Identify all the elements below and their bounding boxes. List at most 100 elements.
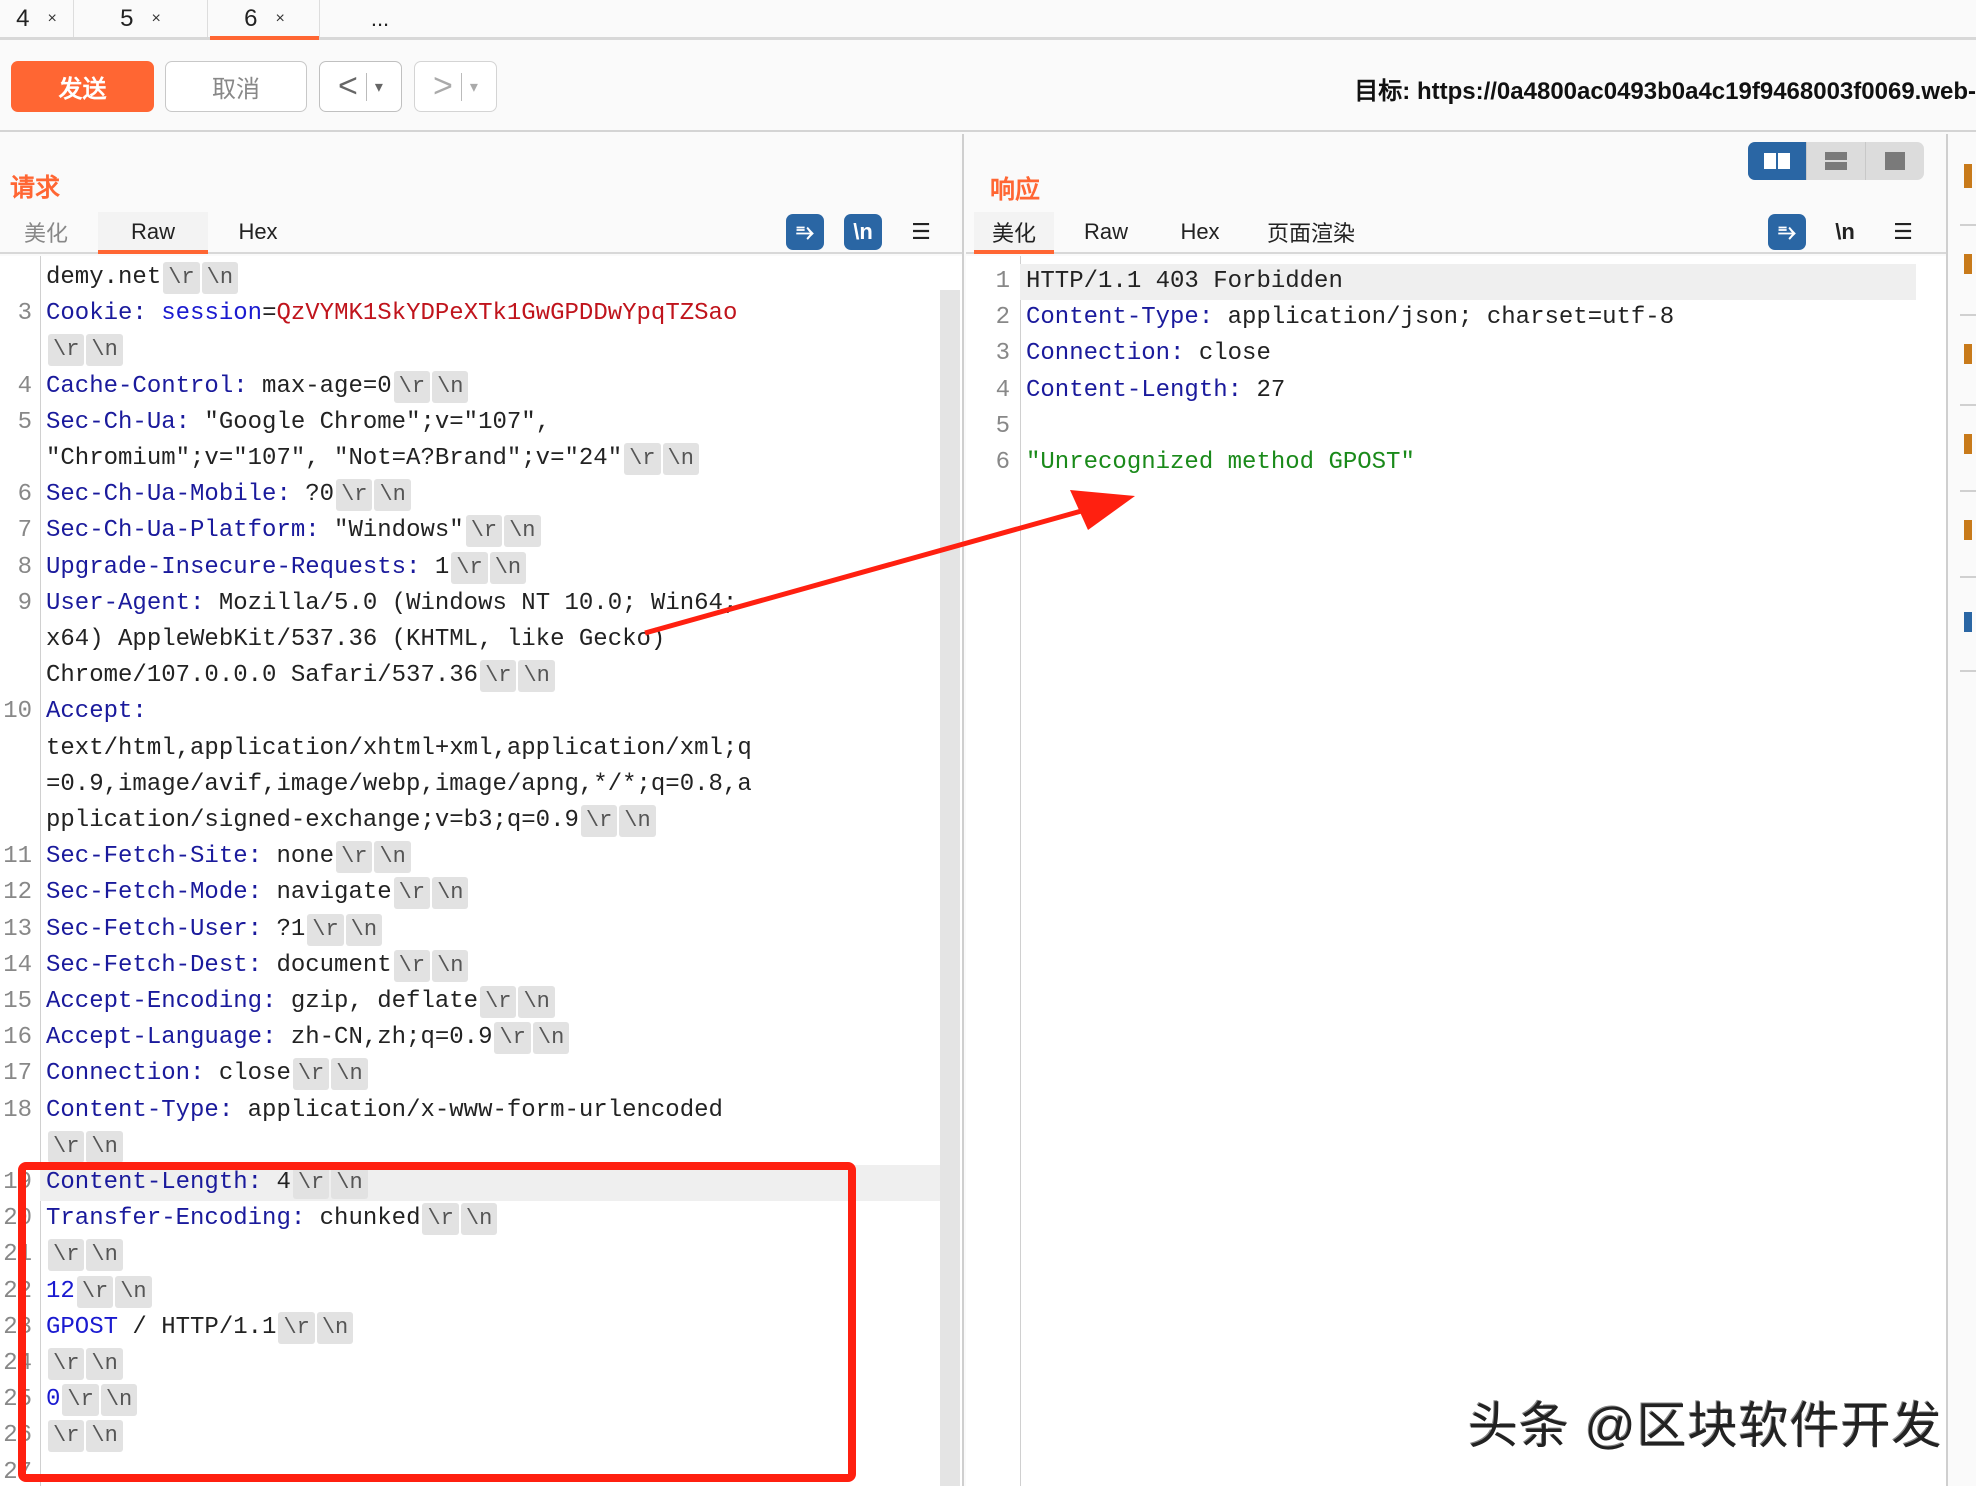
line-number: 24 <box>3 1350 32 1377</box>
code-token: "Windows" <box>319 517 464 545</box>
close-icon[interactable]: × <box>48 10 57 28</box>
code-token: x64) AppleWebKit/537.36 (KHTML, like Gec… <box>46 626 666 653</box>
back-button[interactable]: < ▾ <box>319 61 402 112</box>
cr-marker: \r <box>451 551 488 584</box>
line-number: 22 <box>3 1277 32 1305</box>
code-line: Accept: <box>46 694 147 730</box>
line-number: 21 <box>3 1241 32 1269</box>
cr-marker: \r <box>465 515 503 548</box>
code-line: Connection: close <box>1026 336 1271 372</box>
lf-marker: \n <box>86 1130 123 1163</box>
code-token: 27 <box>1242 376 1286 404</box>
menu-icon[interactable]: ☰ <box>902 214 940 250</box>
code-token: QzVYMK1SkYDPeXTk1GwGPDDwYpqTZSao <box>276 300 738 328</box>
divider <box>1960 576 1976 578</box>
lf-marker: \n <box>489 551 527 584</box>
columns-icon <box>1764 153 1790 169</box>
code-token: gzip, deflate <box>276 988 479 1015</box>
word-wrap-icon[interactable]: ⥱ <box>786 214 824 250</box>
layout-side-by-side-button[interactable] <box>1748 142 1807 180</box>
word-wrap-icon[interactable]: ⥱ <box>1768 214 1806 250</box>
response-title: 响应 <box>990 176 1041 204</box>
target-url[interactable]: 目标: https://0a4800ac0493b0a4c19f9468003f… <box>1354 68 1976 108</box>
lf-marker: \n <box>374 479 411 512</box>
chevron-right-icon: > <box>433 67 453 105</box>
header-name: Content-Type: <box>46 1096 234 1124</box>
tab-raw[interactable]: Raw <box>98 212 208 254</box>
layout-single-button[interactable] <box>1866 142 1924 180</box>
gutter-divider <box>40 256 41 1486</box>
header-name: Transfer-Encoding: <box>46 1205 306 1233</box>
code-line: demy.net \r \n <box>46 260 239 296</box>
close-icon[interactable]: × <box>276 10 285 28</box>
request-editor[interactable]: demy.net \r \n 3 Cookie: session=QzVYMK1SkYD… <box>0 256 962 1486</box>
lf-marker: \n <box>86 334 123 367</box>
dropdown-icon[interactable]: ▾ <box>470 77 478 97</box>
code-line: "Chromium";v="107", "Not=A?Brand";v="24"… <box>46 441 699 477</box>
cancel-button[interactable]: 取消 <box>165 61 307 112</box>
code-line: Upgrade-Insecure-Requests: 1 \r \n <box>46 550 527 586</box>
layout-stacked-button[interactable] <box>1807 142 1866 180</box>
code-line: Connection: close \r \n <box>46 1056 368 1092</box>
code-token: close <box>1184 340 1271 368</box>
tab-raw[interactable]: Raw <box>1066 212 1146 252</box>
tab-4[interactable]: 4 × <box>0 0 74 37</box>
code-line: Content-Length: 4 \r \n <box>46 1165 368 1201</box>
more-tabs-button[interactable]: ... <box>340 0 420 37</box>
code-line: Content-Length: 27 <box>1026 373 1285 409</box>
chevron-left-icon: < <box>338 67 358 105</box>
lf-marker: \n <box>86 1239 123 1272</box>
line-number: 26 <box>3 1422 32 1450</box>
tab-pretty[interactable]: 美化 <box>10 212 82 252</box>
inspector-icon[interactable] <box>1964 254 1972 274</box>
inspector-icon[interactable] <box>1964 344 1972 364</box>
lf-marker: \n <box>432 949 469 982</box>
line-number: 3 <box>995 340 1010 368</box>
code-token: 12 <box>46 1277 75 1305</box>
code-token: / HTTP/1.1 <box>118 1313 277 1341</box>
show-newlines-icon[interactable]: \n <box>844 214 882 250</box>
gutter-divider <box>1020 256 1021 1486</box>
code-line: Sec-Fetch-Mode: navigate \r \n <box>46 875 469 911</box>
rows-icon <box>1825 152 1847 170</box>
tab-hex[interactable]: Hex <box>1160 212 1240 252</box>
code-line: Accept-Encoding: gzip, deflate \r \n <box>46 984 555 1020</box>
show-newlines-icon[interactable]: \n <box>1826 214 1864 250</box>
cr-marker: \r <box>48 1239 85 1272</box>
tab-label: 5 <box>120 4 134 32</box>
inspector-icon[interactable] <box>1964 612 1972 632</box>
send-button[interactable]: 发送 <box>11 61 154 112</box>
lf-marker: \n <box>662 443 699 475</box>
code-line: pplication/signed-exchange;v=b3;q=0.9 \r \… <box>46 803 656 839</box>
code-token: "Google Chrome";v="107", <box>190 408 551 436</box>
menu-icon[interactable]: ☰ <box>1884 214 1922 250</box>
forward-button[interactable]: > ▾ <box>414 61 497 112</box>
response-editor[interactable]: 1 HTTP/1.1 403 Forbidden 2 Content-Type: ap… <box>966 256 1946 1486</box>
line-number: 4 <box>17 372 32 400</box>
cr-marker: \r <box>494 1022 531 1055</box>
dropdown-icon[interactable]: ▾ <box>375 77 383 97</box>
lf-marker: \n <box>115 1275 152 1308</box>
code-token: Mozilla/5.0 (Windows NT 10.0; Win64; <box>204 589 738 617</box>
header-name: User-Agent: <box>46 589 205 617</box>
inspector-icon[interactable] <box>1964 520 1972 540</box>
line-number: 6 <box>17 481 32 509</box>
code-token: application/x-www-form-urlencoded <box>233 1096 723 1124</box>
tab-6[interactable]: 6 × <box>210 0 320 40</box>
cr-marker: \r <box>48 1130 85 1163</box>
tab-5[interactable]: 5 × <box>74 0 208 37</box>
header-name: Sec-Ch-Ua-Platform: <box>46 517 320 545</box>
tab-hex[interactable]: Hex <box>214 212 302 252</box>
tab-render[interactable]: 页面渲染 <box>1256 212 1366 252</box>
inspector-icon[interactable] <box>1964 434 1972 454</box>
lf-marker: \n <box>460 1203 498 1236</box>
lf-marker: \n <box>345 913 383 946</box>
close-icon[interactable]: × <box>152 10 161 28</box>
code-line: \r \n <box>46 1346 123 1382</box>
tab-pretty[interactable]: 美化 <box>974 212 1054 254</box>
scrollbar[interactable] <box>940 290 960 1486</box>
inspector-icon[interactable] <box>1964 164 1972 188</box>
line-number: 3 <box>17 300 32 328</box>
code-token: navigate <box>262 879 392 907</box>
inspector-strip <box>1950 134 1976 1486</box>
